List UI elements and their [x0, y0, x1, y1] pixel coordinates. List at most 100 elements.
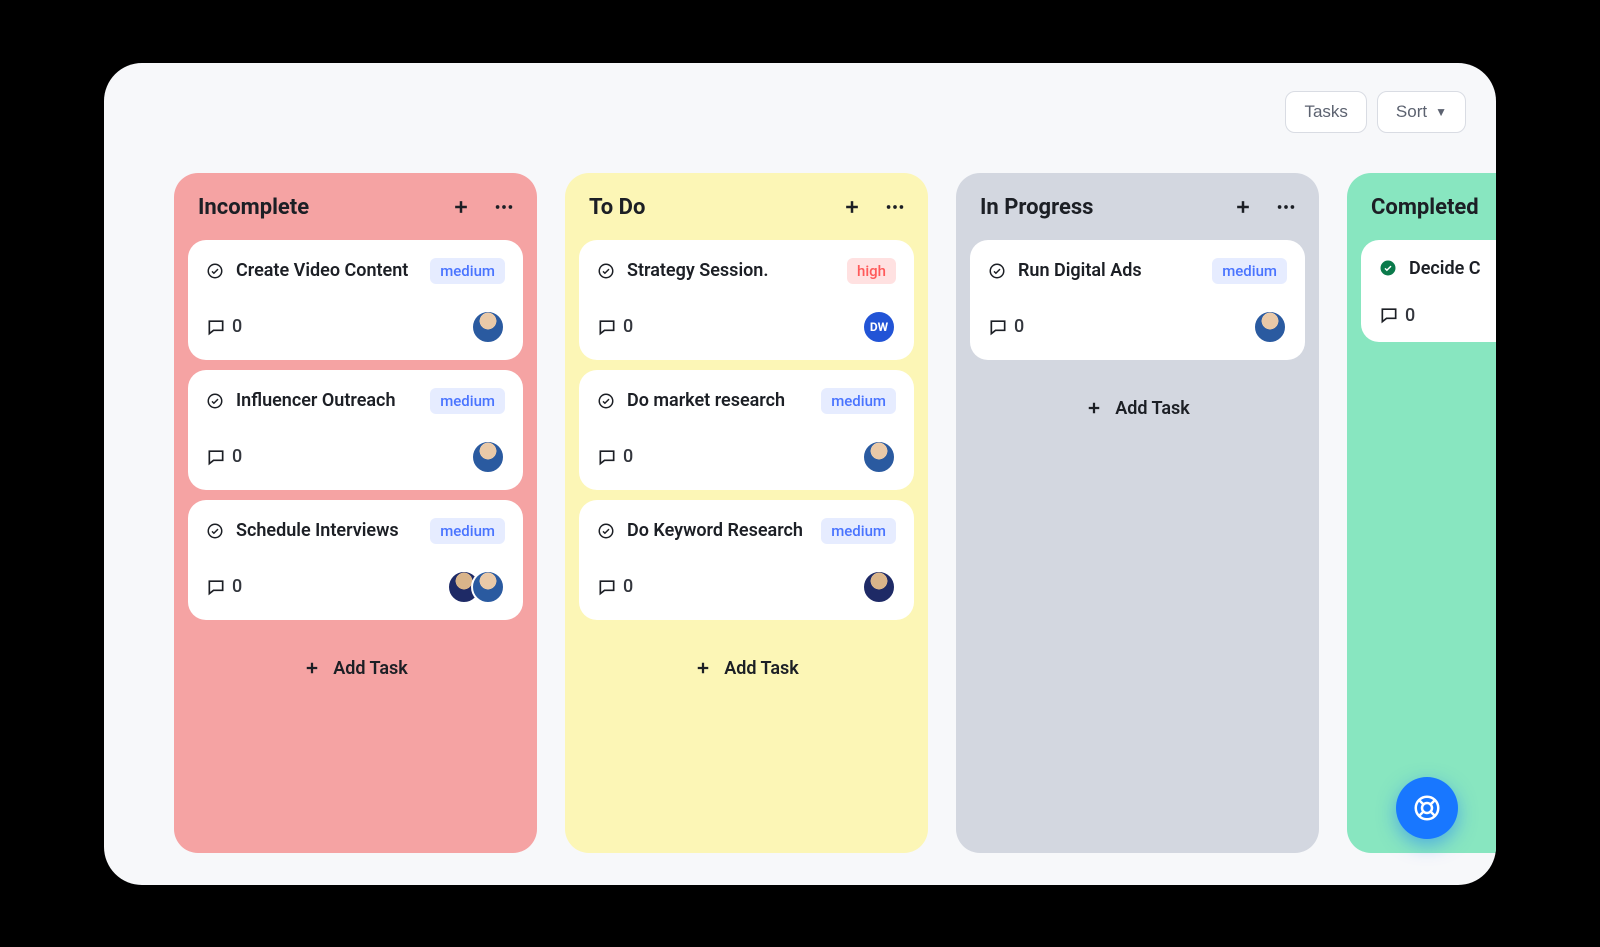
add-task-button[interactable]: Add Task	[188, 620, 523, 687]
card-left: Do Keyword Research	[597, 520, 813, 541]
lifebuoy-icon	[1412, 793, 1442, 823]
card-left: Run Digital Ads	[988, 260, 1204, 281]
card-footer: 0	[1379, 305, 1496, 326]
more-icon	[493, 196, 515, 218]
column-inprogress: In Progress Run Digital Ads medium	[956, 173, 1319, 853]
task-card[interactable]: Decide C 0	[1361, 240, 1496, 342]
task-card[interactable]: Do Keyword Research medium 0	[579, 500, 914, 620]
priority-badge: medium	[821, 518, 896, 544]
check-circle-icon	[206, 522, 224, 540]
card-header: Do market research medium	[597, 388, 896, 414]
comment-count: 0	[623, 446, 633, 467]
help-fab[interactable]	[1396, 777, 1458, 839]
tasks-label: Tasks	[1304, 102, 1347, 122]
comments[interactable]: 0	[206, 446, 242, 467]
card-footer: 0 DW	[597, 310, 896, 344]
card-footer: 0	[206, 440, 505, 474]
column-header: Incomplete	[188, 191, 523, 240]
card-header: Run Digital Ads medium	[988, 258, 1287, 284]
card-title: Do market research	[627, 390, 785, 411]
card-title: Decide C	[1409, 258, 1481, 279]
comment-icon	[597, 447, 617, 467]
sort-label: Sort	[1396, 102, 1427, 122]
comments[interactable]: 0	[597, 576, 633, 597]
card-footer: 0	[206, 310, 505, 344]
column-more-button[interactable]	[493, 196, 515, 218]
column-actions	[451, 196, 515, 218]
task-card[interactable]: Strategy Session. high 0 DW	[579, 240, 914, 360]
more-icon	[1275, 196, 1297, 218]
task-card[interactable]: Schedule Interviews medium 0	[188, 500, 523, 620]
column-incomplete: Incomplete Create Video Content medium	[174, 173, 537, 853]
comments[interactable]: 0	[206, 576, 242, 597]
card-header: Strategy Session. high	[597, 258, 896, 284]
column-more-button[interactable]	[1275, 196, 1297, 218]
task-card[interactable]: Run Digital Ads medium 0	[970, 240, 1305, 360]
priority-badge: medium	[430, 258, 505, 284]
plus-icon	[451, 197, 471, 217]
topbar: Tasks Sort ▼	[1285, 91, 1466, 133]
check-circle-icon	[1379, 259, 1397, 277]
column-add-button[interactable]	[842, 197, 862, 217]
avatar[interactable]	[471, 310, 505, 344]
comments[interactable]: 0	[1379, 305, 1415, 326]
kanban-board: Incomplete Create Video Content medium	[174, 173, 1496, 885]
card-left: Influencer Outreach	[206, 390, 422, 411]
comment-icon	[206, 577, 226, 597]
card-footer: 0	[206, 570, 505, 604]
column-actions	[1233, 196, 1297, 218]
column-more-button[interactable]	[884, 196, 906, 218]
add-task-button[interactable]: Add Task	[970, 360, 1305, 427]
add-task-button[interactable]: Add Task	[579, 620, 914, 687]
task-card[interactable]: Create Video Content medium 0	[188, 240, 523, 360]
priority-badge: medium	[430, 518, 505, 544]
avatar[interactable]	[862, 570, 896, 604]
assignees	[862, 570, 896, 604]
card-header: Do Keyword Research medium	[597, 518, 896, 544]
comment-count: 0	[1014, 316, 1024, 337]
check-circle-icon	[597, 522, 615, 540]
add-task-label: Add Task	[724, 658, 799, 679]
card-footer: 0	[597, 570, 896, 604]
assignees	[471, 310, 505, 344]
sort-button[interactable]: Sort ▼	[1377, 91, 1466, 133]
card-header: Influencer Outreach medium	[206, 388, 505, 414]
more-icon	[884, 196, 906, 218]
comment-icon	[206, 317, 226, 337]
card-header: Decide C	[1379, 258, 1496, 279]
column-title: Completed	[1371, 195, 1479, 220]
column-todo: To Do Strategy Session. high	[565, 173, 928, 853]
chevron-down-icon: ▼	[1435, 105, 1447, 119]
comment-icon	[597, 317, 617, 337]
comments[interactable]: 0	[206, 316, 242, 337]
task-card[interactable]: Influencer Outreach medium 0	[188, 370, 523, 490]
column-actions	[842, 196, 906, 218]
avatar[interactable]	[471, 570, 505, 604]
card-title: Strategy Session.	[627, 260, 768, 281]
check-circle-icon	[206, 392, 224, 410]
add-task-label: Add Task	[333, 658, 408, 679]
comments[interactable]: 0	[597, 446, 633, 467]
plus-icon	[1233, 197, 1253, 217]
avatar[interactable]	[471, 440, 505, 474]
plus-icon	[842, 197, 862, 217]
comments[interactable]: 0	[988, 316, 1024, 337]
add-task-label: Add Task	[1115, 398, 1190, 419]
column-add-button[interactable]	[1233, 197, 1253, 217]
task-card[interactable]: Do market research medium 0	[579, 370, 914, 490]
plus-icon	[303, 659, 321, 677]
avatar[interactable]: DW	[862, 310, 896, 344]
comments[interactable]: 0	[597, 316, 633, 337]
card-title: Schedule Interviews	[236, 520, 399, 541]
card-left: Do market research	[597, 390, 813, 411]
card-left: Decide C	[1379, 258, 1496, 279]
column-add-button[interactable]	[451, 197, 471, 217]
avatar[interactable]	[1253, 310, 1287, 344]
comment-count: 0	[232, 576, 242, 597]
cards-list: Strategy Session. high 0 DW Do market re…	[579, 240, 914, 620]
avatar[interactable]	[862, 440, 896, 474]
card-title: Create Video Content	[236, 260, 408, 281]
tasks-filter-button[interactable]: Tasks	[1285, 91, 1366, 133]
assignees	[862, 440, 896, 474]
priority-badge: medium	[821, 388, 896, 414]
